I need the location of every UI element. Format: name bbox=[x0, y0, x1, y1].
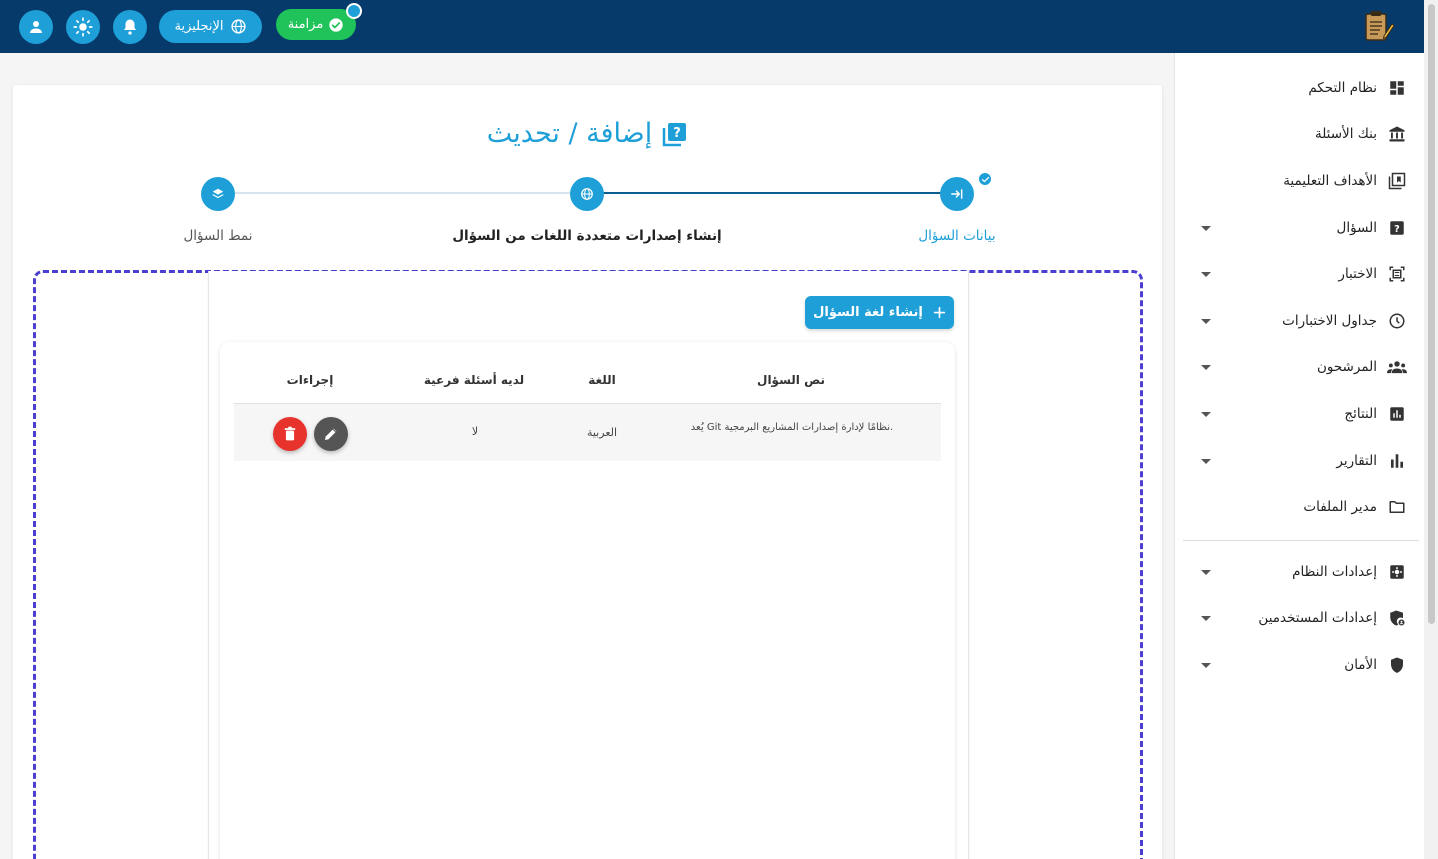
sidebar-item-label: نظام التحكم bbox=[1308, 80, 1377, 96]
sidebar-item-label: التقارير bbox=[1336, 453, 1377, 469]
step-question-data[interactable] bbox=[940, 177, 974, 211]
svg-text:?: ? bbox=[1394, 224, 1400, 235]
sidebar-item-label: إعدادات المستخدمين bbox=[1258, 610, 1377, 626]
chevron-down-icon bbox=[1201, 615, 1211, 621]
sidebar: نظام التحكم بنك الأسئلة الأهداف التعليمي… bbox=[1174, 53, 1424, 859]
language-label: الإنجليزية bbox=[174, 19, 224, 34]
sidebar-item-reports[interactable]: التقارير bbox=[1175, 441, 1425, 481]
globe-icon bbox=[230, 19, 246, 34]
chevron-down-icon bbox=[1201, 318, 1211, 324]
sidebar-item-exam[interactable]: الاختبار bbox=[1175, 254, 1425, 294]
column-header-actions: إجراءات bbox=[286, 373, 334, 387]
sidebar-item-exam-schedules[interactable]: جداول الاختبارات bbox=[1175, 301, 1425, 341]
question-book-icon: ? bbox=[662, 122, 687, 146]
page-title: ? إضافة / تحديث bbox=[13, 118, 1162, 149]
login-arrow-icon bbox=[951, 189, 963, 199]
sidebar-item-file-manager[interactable]: مدير الملفات bbox=[1175, 487, 1425, 527]
clock-icon bbox=[1387, 311, 1407, 331]
plus-icon bbox=[933, 306, 946, 319]
folder-icon bbox=[1387, 497, 1407, 517]
user-icon bbox=[30, 21, 42, 33]
stepper-line-completed bbox=[601, 192, 970, 194]
notifications-button[interactable] bbox=[113, 10, 147, 44]
sidebar-item-label: مدير الملفات bbox=[1303, 499, 1377, 515]
cell-language: العربية bbox=[586, 426, 618, 439]
sidebar-item-label: السؤال bbox=[1336, 220, 1377, 236]
shield-icon bbox=[1387, 655, 1407, 675]
theme-toggle-button[interactable] bbox=[66, 10, 100, 44]
create-button-label: إنشاء لغة السؤال bbox=[813, 305, 923, 320]
chevron-down-icon bbox=[1201, 271, 1211, 277]
sidebar-item-results[interactable]: النتائج bbox=[1175, 394, 1425, 434]
column-header-text: نص السؤال bbox=[757, 373, 825, 387]
chevron-down-icon bbox=[1201, 458, 1211, 464]
sidebar-item-label: الأهداف التعليمية bbox=[1283, 173, 1377, 189]
layers-icon bbox=[212, 188, 224, 199]
sidebar-item-label: المرشحون bbox=[1316, 359, 1377, 375]
sidebar-item-label: الأمان bbox=[1344, 657, 1377, 673]
chevron-down-icon bbox=[1201, 364, 1211, 370]
bank-icon bbox=[1387, 124, 1407, 144]
column-header-has-sub: لديه أسئلة فرعية bbox=[423, 373, 525, 387]
sidebar-item-user-settings[interactable]: إعدادات المستخدمين bbox=[1175, 598, 1425, 638]
bar-chart-icon bbox=[1387, 451, 1407, 471]
chevron-down-icon bbox=[1201, 569, 1211, 575]
user-shield-icon bbox=[1387, 608, 1407, 628]
delete-button[interactable] bbox=[273, 417, 307, 451]
app-logo bbox=[1365, 11, 1395, 41]
results-icon bbox=[1387, 404, 1407, 424]
sidebar-item-question[interactable]: السؤال ? bbox=[1175, 208, 1425, 248]
step-complete-check-icon bbox=[977, 171, 993, 187]
language-button[interactable]: الإنجليزية bbox=[159, 10, 262, 43]
column-header-language: اللغة bbox=[588, 373, 616, 387]
sidebar-item-label: النتائج bbox=[1344, 406, 1377, 422]
sidebar-item-dashboard[interactable]: نظام التحكم bbox=[1175, 68, 1425, 108]
sidebar-item-question-bank[interactable]: بنك الأسئلة bbox=[1175, 114, 1425, 154]
profile-button[interactable] bbox=[19, 10, 53, 44]
page-title-text: إضافة / تحديث bbox=[486, 118, 653, 149]
settings-icon bbox=[1387, 562, 1407, 582]
sidebar-item-label: الاختبار bbox=[1338, 266, 1377, 282]
check-circle-icon bbox=[329, 17, 343, 32]
pencil-icon bbox=[325, 428, 337, 440]
sidebar-item-system-settings[interactable]: إعدادات النظام bbox=[1175, 552, 1425, 592]
sidebar-item-label: بنك الأسئلة bbox=[1314, 126, 1377, 142]
sync-button[interactable]: مزامنة bbox=[276, 9, 356, 40]
sidebar-item-objectives[interactable]: الأهداف التعليمية bbox=[1175, 161, 1425, 201]
chevron-down-icon bbox=[1201, 411, 1211, 417]
svg-text:?: ? bbox=[673, 126, 681, 141]
sidebar-item-security[interactable]: الأمان bbox=[1175, 645, 1425, 685]
top-bar: الإنجليزية مزامنة bbox=[0, 0, 1424, 53]
exam-icon bbox=[1387, 264, 1407, 284]
language-versions-table: نص السؤال اللغة لديه أسئلة فرعية إجراءات… bbox=[220, 342, 955, 859]
sync-status-dot bbox=[346, 3, 362, 19]
step-label-multilingual: إنشاء إصدارات متعددة اللغات من السؤال bbox=[452, 228, 722, 244]
step-question-type[interactable] bbox=[201, 177, 235, 211]
stepper-line-pending bbox=[231, 192, 601, 194]
cell-question-text: يُعد Git نظامًا لإدارة إصدارات المشاريع … bbox=[690, 422, 894, 433]
edit-button[interactable] bbox=[314, 417, 348, 451]
chevron-down-icon bbox=[1201, 662, 1211, 668]
sidebar-item-candidates[interactable]: المرشحون bbox=[1175, 347, 1425, 387]
sidebar-item-label: جداول الاختبارات bbox=[1282, 313, 1377, 329]
globe-icon bbox=[581, 188, 593, 200]
dashboard-icon bbox=[1387, 78, 1407, 98]
trash-icon bbox=[284, 426, 296, 441]
people-icon bbox=[1387, 357, 1407, 377]
step-label-question-data: بيانات السؤال bbox=[918, 228, 996, 244]
page-scrollbar-thumb[interactable] bbox=[1428, 4, 1435, 624]
chevron-down-icon bbox=[1201, 225, 1211, 231]
question-icon: ? bbox=[1387, 218, 1407, 238]
step-multilingual-versions[interactable] bbox=[570, 177, 604, 211]
book-icon bbox=[1387, 171, 1407, 191]
sidebar-divider bbox=[1183, 540, 1419, 541]
step-label-question-type: نمط السؤال bbox=[183, 228, 253, 244]
sidebar-item-label: إعدادات النظام bbox=[1292, 564, 1377, 580]
sun-icon bbox=[73, 17, 93, 37]
create-question-language-button[interactable]: إنشاء لغة السؤال bbox=[805, 296, 954, 329]
sync-label: مزامنة bbox=[287, 17, 324, 32]
cell-has-sub: لا bbox=[471, 425, 479, 438]
bell-icon bbox=[124, 19, 136, 35]
